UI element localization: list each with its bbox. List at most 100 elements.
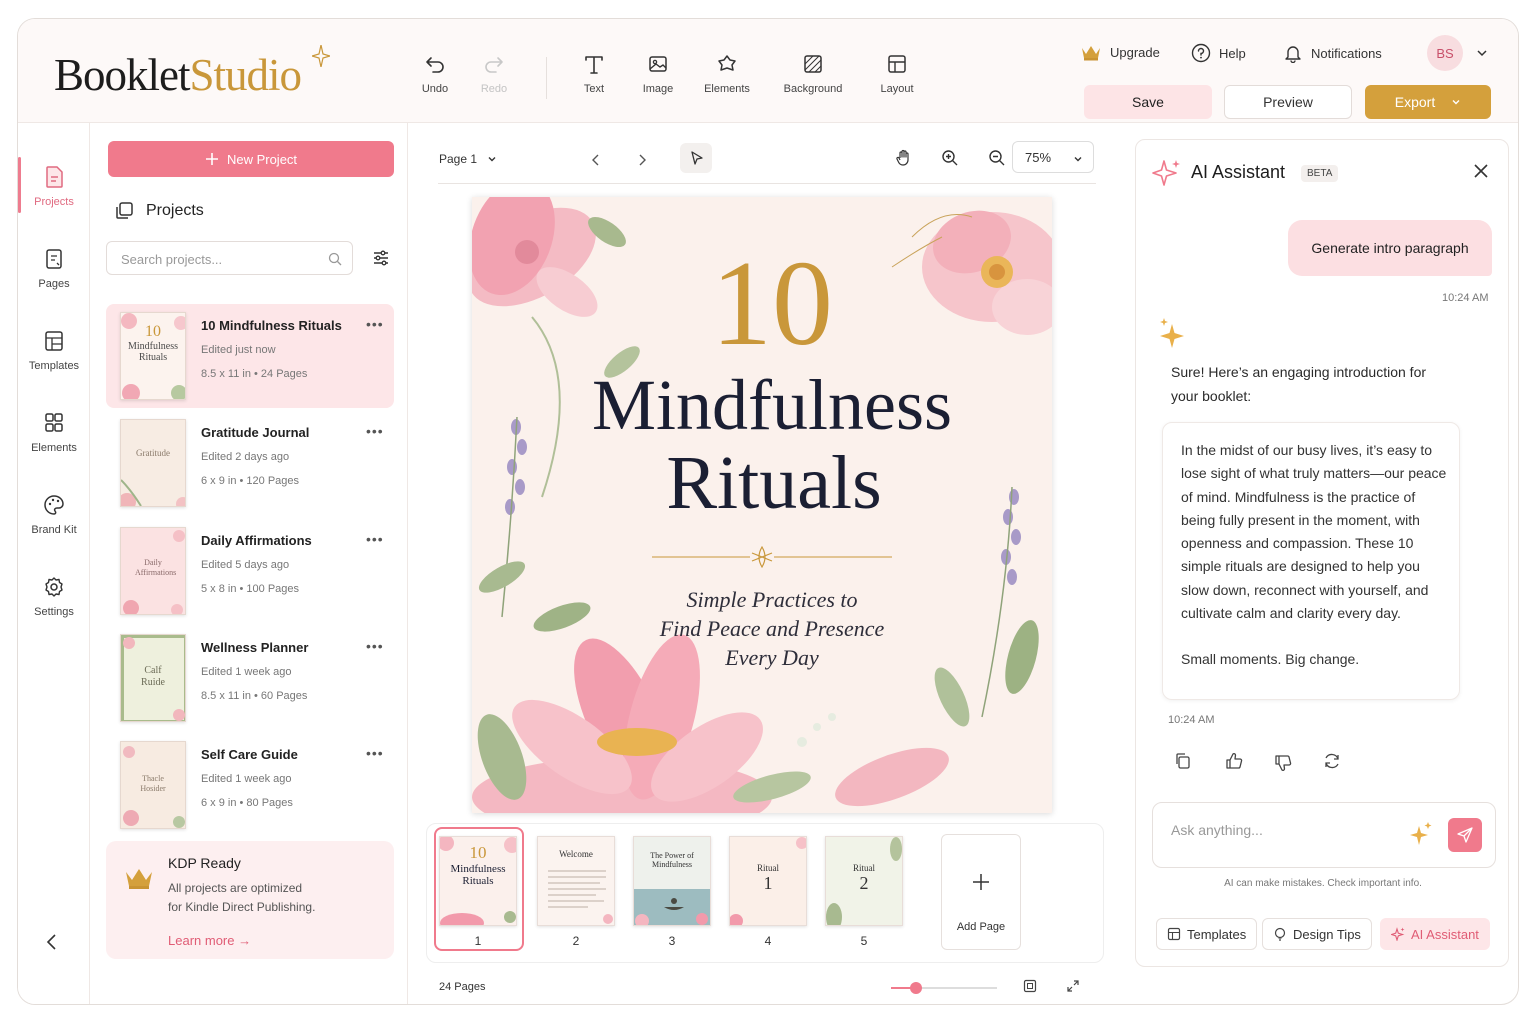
- rail-item-pages[interactable]: Pages: [18, 247, 90, 290]
- next-page-icon[interactable]: [636, 153, 648, 167]
- assistant-reply-intro: Sure! Here’s an engaging introduction fo…: [1171, 364, 1427, 404]
- redo-button[interactable]: Redo: [459, 53, 529, 95]
- thumbs-up-icon[interactable]: [1225, 752, 1243, 770]
- top-bar: BookletStudio Undo Redo Text Image Eleme…: [18, 19, 1518, 123]
- hand-icon[interactable]: [895, 149, 913, 167]
- copy-icon[interactable]: [1174, 752, 1192, 770]
- project-thumbnail: Daily Affirmations: [120, 527, 186, 615]
- projects-heading: Projects: [114, 201, 204, 221]
- app-logo[interactable]: BookletStudio: [54, 45, 330, 101]
- page-thumbnail[interactable]: Ritual 1: [729, 836, 807, 926]
- more-options-icon[interactable]: •••: [366, 531, 384, 547]
- text-lines-art: [548, 870, 613, 924]
- cover-subtitle[interactable]: Simple Practices to Find Peace and Prese…: [472, 585, 1052, 672]
- project-edited: Edited 5 days ago: [201, 559, 290, 571]
- zoom-slider-handle[interactable]: [910, 982, 923, 994]
- project-edited: Edited 2 days ago: [201, 451, 290, 463]
- search-input[interactable]: Search projects...: [106, 241, 353, 275]
- save-button[interactable]: Save: [1084, 85, 1212, 119]
- learn-more-link[interactable]: Learn more →: [168, 933, 251, 948]
- project-meta: 6 x 9 in • 120 Pages: [201, 475, 300, 487]
- rail-item-projects[interactable]: Projects: [18, 157, 90, 213]
- lightbulb-icon: [1274, 927, 1286, 941]
- new-project-button[interactable]: New Project: [108, 141, 394, 177]
- sparkle-icon[interactable]: [1409, 821, 1433, 847]
- preview-button[interactable]: Preview: [1224, 85, 1352, 119]
- message-timestamp: 10:24 AM: [1442, 292, 1489, 304]
- page-thumbnail[interactable]: 10 Mindfulness Rituals: [439, 836, 517, 926]
- upgrade-button[interactable]: Upgrade: [1080, 43, 1160, 61]
- collapse-sidebar-icon[interactable]: [44, 933, 60, 951]
- project-edited: Edited 1 week ago: [201, 773, 292, 785]
- rail-item-brand-kit[interactable]: Brand Kit: [18, 493, 90, 536]
- fullscreen-icon[interactable]: [1066, 979, 1080, 993]
- previous-page-icon[interactable]: [590, 153, 602, 167]
- background-tool-button[interactable]: Background: [775, 53, 851, 95]
- rail-item-elements[interactable]: Elements: [18, 411, 90, 454]
- booklet-cover-page[interactable]: 10 Mindfulness Rituals Simple Practices …: [472, 197, 1052, 813]
- ai-assistant-chip[interactable]: AI Assistant: [1380, 918, 1490, 950]
- thumbs-down-icon[interactable]: [1274, 754, 1292, 772]
- project-card[interactable]: Calf Ruide Wellness Planner Edited 1 wee…: [106, 626, 394, 730]
- project-meta: 6 x 9 in • 80 Pages: [201, 797, 293, 809]
- select-tool-button[interactable]: [680, 143, 712, 173]
- more-options-icon[interactable]: •••: [366, 638, 384, 654]
- plus-icon: [205, 153, 218, 165]
- generated-text-card[interactable]: In the midst of our busy lives, it’s eas…: [1162, 422, 1460, 700]
- project-meta: 8.5 x 11 in • 60 Pages: [201, 690, 308, 702]
- message-timestamp: 10:24 AM: [1168, 714, 1215, 726]
- notifications-button[interactable]: Notifications: [1283, 43, 1382, 63]
- page-thumbnail[interactable]: The Power of Mindfulness: [633, 836, 711, 926]
- text-tool-button[interactable]: Text: [559, 53, 629, 95]
- zoom-in-icon[interactable]: [941, 149, 959, 167]
- zoom-select[interactable]: 75%: [1012, 141, 1094, 173]
- avatar[interactable]: BS: [1427, 35, 1463, 71]
- templates-chip[interactable]: Templates: [1156, 918, 1258, 950]
- project-card[interactable]: Thacle Hosider Self Care Guide Edited 1 …: [106, 733, 394, 837]
- zoom-slider[interactable]: [891, 982, 997, 994]
- project-edited: Edited 1 week ago: [201, 666, 292, 678]
- page-thumbnail-strip: 10 Mindfulness Rituals 1 Welcome 2 The Po…: [426, 823, 1104, 963]
- project-title: Wellness Planner: [201, 640, 309, 655]
- layout-tool-button[interactable]: Layout: [862, 53, 932, 95]
- pages-icon: [46, 249, 62, 269]
- page-number: 1: [474, 934, 482, 948]
- ask-anything-input[interactable]: Ask anything...: [1152, 802, 1496, 868]
- fit-page-icon[interactable]: [1023, 979, 1037, 993]
- design-tips-chip[interactable]: Design Tips: [1262, 918, 1372, 950]
- zoom-out-icon[interactable]: [988, 149, 1006, 167]
- project-card[interactable]: Gratitude Gratitude Journal Edited 2 day…: [106, 411, 394, 515]
- page-select[interactable]: Page 1: [439, 141, 497, 177]
- sparkle-icon: [1152, 160, 1180, 186]
- project-card[interactable]: 10 Mindfulness Rituals 10 Mindfulness Rit…: [106, 304, 394, 408]
- lake-scene-art: [634, 889, 710, 925]
- more-options-icon[interactable]: •••: [366, 423, 384, 439]
- regenerate-icon[interactable]: [1323, 752, 1341, 770]
- filter-icon[interactable]: [372, 249, 390, 267]
- more-options-icon[interactable]: •••: [366, 316, 384, 332]
- more-options-icon[interactable]: •••: [366, 745, 384, 761]
- cover-title-line1[interactable]: Mindfulness: [472, 367, 1052, 443]
- elements-tool-button[interactable]: Elements: [692, 53, 762, 95]
- layout-icon: [888, 55, 906, 73]
- export-button[interactable]: Export: [1365, 85, 1491, 119]
- kdp-description: for Kindle Direct Publishing.: [168, 900, 316, 914]
- rail-item-settings[interactable]: Settings: [18, 575, 90, 618]
- chevron-down-icon[interactable]: [1476, 47, 1488, 59]
- close-icon[interactable]: [1474, 164, 1488, 178]
- cover-title-line2[interactable]: Rituals: [472, 443, 1052, 523]
- add-page-button[interactable]: Add Page: [941, 834, 1021, 950]
- project-meta: 5 x 8 in • 100 Pages: [201, 583, 300, 595]
- page-thumbnail[interactable]: Ritual 2: [825, 836, 903, 926]
- project-card[interactable]: Daily Affirmations Daily Affirmations Ed…: [106, 519, 394, 623]
- project-title: 10 Mindfulness Rituals: [201, 318, 342, 333]
- image-tool-button[interactable]: Image: [623, 53, 693, 95]
- undo-icon: [426, 57, 444, 73]
- background-icon: [804, 55, 822, 73]
- cover-number[interactable]: 10: [472, 243, 1052, 365]
- page-thumbnail[interactable]: Welcome: [537, 836, 615, 926]
- page-number: 2: [572, 934, 580, 948]
- help-button[interactable]: Help: [1191, 43, 1246, 63]
- send-button[interactable]: [1448, 818, 1482, 852]
- rail-item-templates[interactable]: Templates: [18, 329, 90, 372]
